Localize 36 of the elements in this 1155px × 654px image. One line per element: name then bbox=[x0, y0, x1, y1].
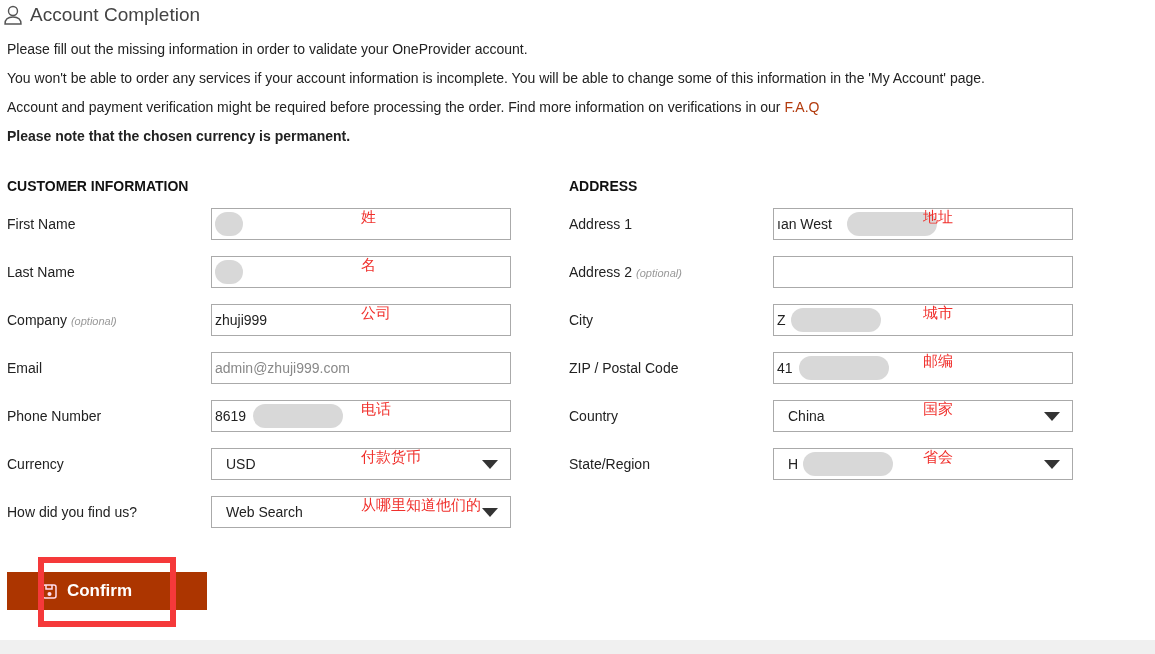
confirm-button[interactable]: Confirm bbox=[7, 572, 207, 610]
faq-link[interactable]: F.A.Q bbox=[784, 99, 820, 115]
field-label: ZIP / Postal Code bbox=[569, 358, 679, 378]
section-heading: CUSTOMER INFORMATION bbox=[7, 177, 190, 196]
annotation-label: 公司 bbox=[361, 303, 391, 324]
field-label: First Name bbox=[7, 214, 76, 234]
field-label: Country bbox=[569, 406, 619, 426]
annotation-label: 名 bbox=[361, 255, 376, 276]
annotation-label: 邮编 bbox=[923, 351, 953, 372]
optional-hint: (optional) bbox=[636, 265, 682, 281]
field-label: Currency bbox=[7, 454, 64, 474]
page-title: Account Completion bbox=[30, 2, 201, 27]
intro-text: Please fill out the missing information in order to validate your OneProvider account. bbox=[7, 40, 529, 59]
field-label: Email bbox=[7, 358, 42, 378]
field-label: Address 2 bbox=[569, 262, 633, 282]
annotation-label: 地址 bbox=[923, 207, 953, 228]
field-label: Last Name bbox=[7, 262, 75, 282]
intro-text: Account and payment verification might be required before processing the order. Find more information on verifications in our F.A.Q bbox=[7, 98, 821, 117]
text-field[interactable]: admin@zhuji999.com bbox=[211, 352, 511, 384]
annotation-label: 电话 bbox=[361, 399, 391, 420]
annotation-label: 城市 bbox=[923, 303, 953, 324]
annotation-label: 姓 bbox=[361, 207, 376, 228]
field-label: Address 1 bbox=[569, 214, 633, 234]
optional-hint: (optional) bbox=[70, 313, 117, 329]
field-label: Company bbox=[7, 310, 67, 330]
intro-text: You won't be able to order any services if your account information is incomplete. You will be able to change some of this information in the 'My Account' page. bbox=[7, 69, 986, 88]
annotation-label: 国家 bbox=[923, 399, 953, 420]
annotation-label: 从哪里知道他们的 bbox=[361, 495, 481, 516]
annotation-label: 付款货币 bbox=[361, 447, 421, 468]
section-heading: ADDRESS bbox=[569, 177, 639, 196]
annotation-label: 省会 bbox=[923, 447, 953, 468]
notice-text: Please note that the chosen currency is permanent. bbox=[7, 127, 352, 146]
field-label: How did you find us? bbox=[7, 502, 137, 522]
field-label: City bbox=[569, 310, 594, 330]
field-label: State/Region bbox=[569, 454, 650, 474]
field-label: Phone Number bbox=[7, 406, 102, 426]
